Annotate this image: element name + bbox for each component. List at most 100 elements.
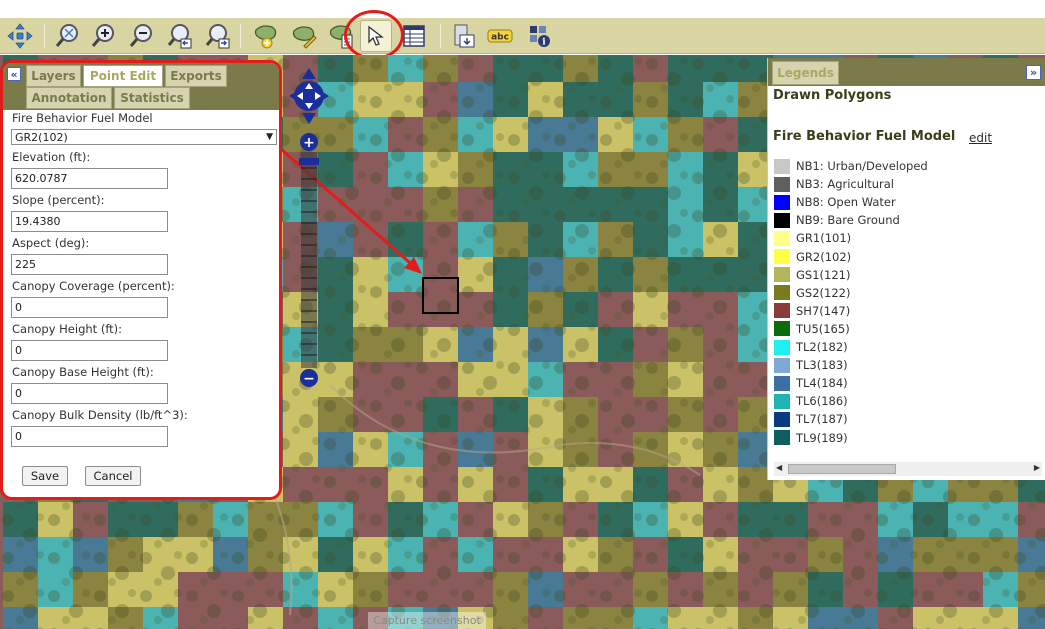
legend-item-label: NB8: Open Water — [796, 195, 896, 210]
pan-up-icon[interactable] — [302, 68, 316, 79]
legend-swatch — [774, 411, 790, 427]
legend-swatch — [774, 267, 790, 283]
legend-item-label: TL2(182) — [796, 340, 848, 354]
svg-text:i: i — [542, 38, 546, 48]
legend-swatch — [774, 230, 790, 246]
edit-polygon-icon[interactable] — [288, 20, 320, 52]
panel-tab-bar: « Layers Point Edit Exports Annotation S… — [3, 63, 279, 110]
legend-item: NB3: Agricultural — [774, 176, 894, 192]
zoom-control: + − — [289, 66, 333, 391]
legend-swatch — [774, 249, 790, 264]
legend-horizontal-scrollbar[interactable]: ◀ ▶ — [774, 462, 1042, 476]
svg-text:abc: abc — [491, 33, 509, 43]
legend-item-label: GR1(101) — [796, 231, 852, 246]
legend-item-label: GS2(122) — [796, 285, 851, 300]
map-toolbar: abc i — [0, 18, 1045, 54]
pan-down-icon[interactable] — [302, 113, 316, 124]
zoom-in-icon[interactable] — [88, 20, 120, 52]
legend-item: TL6(186) — [774, 393, 848, 409]
legend-swatch — [774, 194, 790, 210]
legend-item: GR2(102) — [774, 249, 851, 265]
chevron-down-icon: ▼ — [266, 132, 273, 142]
slope-field[interactable]: 19.4380 — [11, 211, 168, 232]
active-tool-highlight — [344, 10, 404, 60]
scrollbar-thumb[interactable] — [788, 464, 896, 474]
scroll-left-icon[interactable]: ◀ — [776, 463, 782, 472]
fuel-model-select[interactable]: GR2(102) ▼ — [11, 129, 277, 145]
legend-item-label: NB9: Bare Ground — [796, 213, 900, 228]
canopy-base-height-field[interactable]: 0 — [11, 383, 168, 404]
legend-item: TL2(182) — [774, 339, 848, 355]
identify-icon[interactable]: i — [524, 20, 556, 52]
pan-arrows-icon[interactable] — [4, 20, 36, 52]
legend-item-label: TL6(186) — [796, 394, 848, 409]
legend-swatch — [774, 158, 790, 174]
tab-legends[interactable]: Legends — [772, 61, 839, 85]
legend-item: TL7(187) — [774, 411, 848, 427]
zoom-previous-icon[interactable] — [164, 20, 196, 52]
expand-panel-button[interactable]: » — [1026, 65, 1041, 80]
legend-item-label: TL3(183) — [796, 358, 848, 373]
legend-item-label: NB1: Urban/Developed — [796, 159, 928, 173]
legend-item: GS1(121) — [774, 267, 850, 283]
legend-swatch — [774, 285, 790, 301]
legend-edit-link[interactable]: edit — [969, 131, 992, 145]
point-edit-panel: « Layers Point Edit Exports Annotation S… — [0, 60, 282, 500]
legend-panel: Legends » Drawn Polygons Fire Behavior F… — [767, 58, 1045, 480]
tab-statistics[interactable]: Statistics — [114, 87, 190, 109]
scroll-right-icon[interactable]: ▶ — [1034, 463, 1040, 472]
tab-point-edit[interactable]: Point Edit — [83, 65, 163, 87]
legend-item: TL9(189) — [774, 430, 848, 446]
legend-tab-bar: Legends » — [768, 58, 1045, 86]
canopy-base-height-label: Canopy Base Height (ft): — [12, 365, 154, 379]
fuel-model-label: Fire Behavior Fuel Model — [12, 111, 153, 125]
legend-swatch — [774, 430, 790, 445]
legend-item: TL4(184) — [774, 375, 848, 391]
legend-item: NB9: Bare Ground — [774, 212, 900, 228]
collapse-panel-button[interactable]: « — [7, 67, 21, 81]
export-icon[interactable] — [448, 20, 480, 52]
legend-swatch — [774, 303, 790, 319]
elevation-label: Elevation (ft): — [12, 150, 91, 164]
draw-polygon-icon[interactable] — [250, 20, 282, 52]
elevation-field[interactable]: 620.0787 — [11, 168, 168, 189]
svg-text:+: + — [303, 135, 315, 151]
zoom-slider-track[interactable] — [301, 152, 317, 368]
canopy-bulk-density-field[interactable]: 0 — [11, 426, 168, 447]
zoom-extent-icon[interactable] — [52, 20, 84, 52]
legend-item: TL3(183) — [774, 357, 848, 373]
legend-item-label: GS1(121) — [796, 267, 851, 282]
fuel-model-legend-heading: Fire Behavior Fuel Model — [773, 129, 956, 144]
zoom-slider-handle[interactable] — [299, 158, 319, 165]
tab-layers[interactable]: Layers — [26, 65, 81, 87]
zoom-out-icon[interactable] — [126, 20, 158, 52]
cancel-button[interactable]: Cancel — [85, 466, 141, 486]
legend-swatch — [774, 375, 790, 391]
legend-item: TU5(165) — [774, 321, 850, 337]
aspect-field[interactable]: 225 — [11, 254, 168, 275]
aspect-label: Aspect (deg): — [12, 236, 90, 250]
pan-control[interactable] — [289, 68, 329, 124]
legend-item-label: NB3: Agricultural — [796, 177, 895, 192]
legend-swatch — [774, 357, 790, 373]
canopy-coverage-label: Canopy Coverage (percent): — [12, 279, 175, 293]
zoom-next-icon[interactable] — [202, 20, 234, 52]
zoom-in-button[interactable]: + — [300, 133, 318, 151]
canopy-height-field[interactable]: 0 — [11, 340, 168, 361]
zoom-out-button[interactable]: − — [300, 369, 318, 387]
legend-swatch — [774, 176, 790, 192]
legend-item: NB1: Urban/Developed — [774, 158, 928, 174]
slope-label: Slope (percent): — [12, 193, 105, 207]
canopy-coverage-field[interactable]: 0 — [11, 297, 168, 318]
legend-item-label: TL9(189) — [796, 430, 848, 445]
label-icon[interactable]: abc — [484, 20, 516, 52]
capture-screenshot-button[interactable]: Capture screenshot — [368, 612, 486, 629]
save-button[interactable]: Save — [22, 466, 68, 486]
legend-item-label: TL4(184) — [796, 376, 848, 391]
tab-annotation[interactable]: Annotation — [26, 87, 112, 109]
legend-item-label: SH7(147) — [796, 303, 851, 318]
tab-exports[interactable]: Exports — [165, 65, 227, 87]
legend-item: GR1(101) — [774, 230, 851, 246]
legend-swatch — [774, 212, 790, 228]
legend-item-label: TL7(187) — [796, 412, 848, 427]
